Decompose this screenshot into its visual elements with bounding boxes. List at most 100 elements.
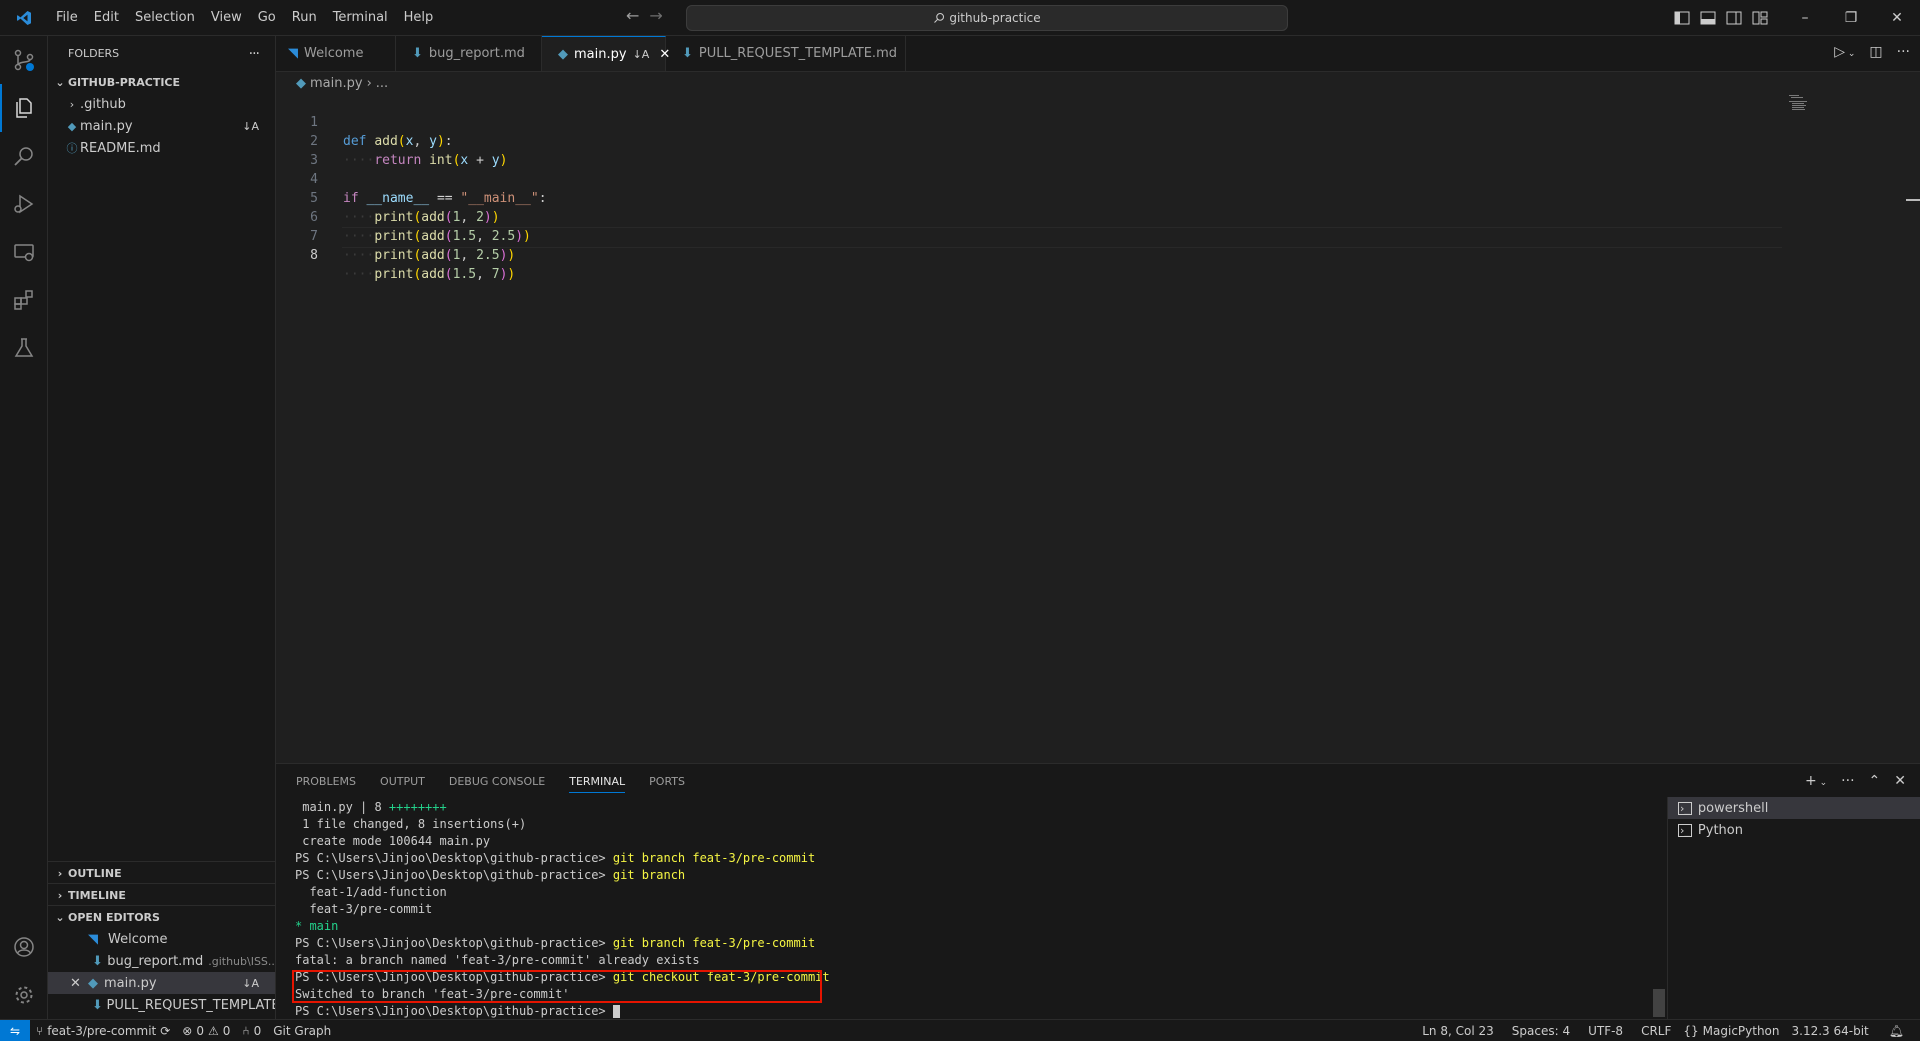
code-token: print [374,248,414,263]
open-editor-label: bug_report.md [107,953,204,969]
split-editor-icon[interactable]: ◫ [1869,44,1882,60]
toggle-primary-sidebar-icon[interactable] [1674,11,1690,25]
customize-layout-icon[interactable] [1752,11,1768,25]
notifications-bell-icon[interactable]: 🔔︎ [1883,1024,1910,1038]
chevron-down-icon: ⌄ [55,910,65,924]
close-panel-icon[interactable]: ✕ [1894,773,1906,789]
run-debug-icon[interactable] [0,180,47,228]
line-number: 8 [310,248,318,263]
tree-item-main-py[interactable]: ◆ main.py ↓A [48,115,275,137]
menu-go[interactable]: Go [250,10,284,25]
menu-selection[interactable]: Selection [127,10,203,25]
terminal-scrollbar[interactable] [1653,799,1665,1019]
end-of-line[interactable]: CRLF [1635,1024,1677,1038]
tab-pr-template[interactable]: ⬇ PULL_REQUEST_TEMPLATE.md [666,36,906,71]
run-python-icon[interactable]: ▷ ⌄ [1834,44,1855,60]
close-window-button[interactable]: ✕ [1874,0,1920,35]
cursor-position[interactable]: Ln 8, Col 23 [1416,1024,1506,1038]
minimize-button[interactable]: – [1782,0,1828,35]
tree-item-readme[interactable]: ⓘ README.md [48,137,275,159]
extensions-icon[interactable] [0,276,47,324]
git-status-badge: ↓A [242,119,259,133]
tab-bug-report[interactable]: ⬇ bug_report.md [396,36,542,71]
forward-arrow-icon[interactable]: → [649,6,662,25]
explorer-sidebar: FOLDERS ··· ⌄ GITHUB-PRACTICE › .github … [48,36,276,1019]
open-editor-pr-template[interactable]: ⬇ PULL_REQUEST_TEMPLATE... [48,994,275,1016]
tab-welcome[interactable]: ◥ Welcome [276,36,396,71]
toggle-secondary-sidebar-icon[interactable] [1726,11,1742,25]
timeline-section[interactable]: › TIMELINE [48,884,275,906]
tab-problems[interactable]: PROBLEMS [296,775,356,788]
menu-view[interactable]: View [203,10,250,25]
search-icon[interactable] [0,132,47,180]
open-editor-bug-report[interactable]: ⬇ bug_report.md .github\ISS... [48,950,275,972]
terminal-line: feat-1/add-function [295,885,447,899]
more-actions-icon[interactable]: ··· [1841,773,1854,789]
toggle-panel-icon[interactable] [1700,11,1716,25]
close-icon[interactable]: ✕ [70,976,88,991]
tab-ports[interactable]: PORTS [649,775,685,788]
branch-indicator[interactable]: ⑂ feat-3/pre-commit ⟳ [30,1024,176,1038]
command-center-search[interactable]: github-practice [686,5,1288,31]
back-arrow-icon[interactable]: ← [626,6,639,25]
vscode-icon: ◥ [88,931,98,947]
open-editor-main-py[interactable]: ✕ ◆ main.py ↓A [48,972,275,994]
terminal-line: feat-3/pre-commit [295,902,433,916]
menu-file[interactable]: File [48,10,86,25]
code-token: 2.5 [491,229,516,244]
language-mode[interactable]: {} MagicPython [1677,1024,1785,1038]
accounts-icon[interactable] [0,923,47,971]
open-editor-label: PULL_REQUEST_TEMPLATE... [106,997,275,1013]
tree-item-github-folder[interactable]: › .github [48,93,275,115]
terminal-output[interactable]: main.py | 8 ++++++++ 1 file changed, 8 i… [292,799,1625,1019]
terminal-line: create mode 100644 main.py [295,834,491,848]
remote-explorer-icon[interactable] [0,228,47,276]
tree-item-label: .github [80,96,126,112]
tab-main-py[interactable]: ◆ main.py ↓A ✕ [542,36,670,71]
menu-edit[interactable]: Edit [86,10,127,25]
indentation[interactable]: Spaces: 4 [1506,1024,1582,1038]
source-control-icon[interactable] [0,36,47,84]
info-icon: ⓘ [66,142,78,155]
explorer-icon[interactable] [0,84,47,132]
tab-debug-console[interactable]: DEBUG CONSOLE [449,775,545,788]
testing-flask-icon[interactable] [0,324,47,372]
open-editors-section[interactable]: ⌄ OPEN EDITORS [48,906,275,928]
ports-indicator[interactable]: ⑃ 0 [236,1024,267,1038]
python-interpreter[interactable]: 3.12.3 64-bit [1786,1024,1883,1038]
menu-run[interactable]: Run [284,10,325,25]
open-editor-label: main.py [104,975,157,991]
terminal-item-powershell[interactable]: ›_ powershell [1668,797,1920,819]
git-graph-button[interactable]: Git Graph [267,1024,337,1038]
new-terminal-icon[interactable]: + ⌄ [1805,773,1827,789]
terminal-list: ›_ powershell ›_ Python [1667,797,1920,1019]
code-token: add [421,267,445,282]
menu-terminal[interactable]: Terminal [325,10,396,25]
menu-help[interactable]: Help [396,10,442,25]
root-folder-header[interactable]: ⌄ GITHUB-PRACTICE [48,71,275,93]
code-line: 7 ····print(add(1, 2.5)) [276,208,515,263]
timeline-label: TIMELINE [68,888,126,902]
open-editor-welcome[interactable]: ◥ Welcome [48,928,275,950]
tab-output[interactable]: OUTPUT [380,775,425,788]
encoding[interactable]: UTF-8 [1582,1024,1635,1038]
problems-indicator[interactable]: ⊗ 0 ⚠ 0 [176,1024,236,1038]
code-editor[interactable]: 1 def add(x, y): 2 ····return int(x + y)… [276,94,1920,762]
terminal-item-python[interactable]: ›_ Python [1668,819,1920,841]
maximize-panel-icon[interactable]: ⌃ [1869,773,1881,789]
code-token: x [460,153,469,168]
manage-gear-icon[interactable] [0,971,47,1019]
more-actions-icon[interactable]: ··· [1897,44,1910,60]
outline-section[interactable]: › OUTLINE [48,862,275,884]
breadcrumb-symbols[interactable]: ... [376,76,388,91]
terminal-command: git branch feat-3/pre-commit [612,936,816,950]
minimap[interactable] [1789,94,1817,112]
markdown-file-icon: ⬇ [92,953,103,969]
tab-terminal[interactable]: TERMINAL [569,775,626,793]
remote-indicator-icon[interactable]: ⇋ [0,1020,30,1041]
more-actions-icon[interactable]: ··· [249,46,260,62]
restore-button[interactable]: ❐ [1828,0,1874,35]
code-token: add [421,248,445,263]
breadcrumb-file[interactable]: main.py [310,76,363,91]
code-token: int [429,153,453,168]
